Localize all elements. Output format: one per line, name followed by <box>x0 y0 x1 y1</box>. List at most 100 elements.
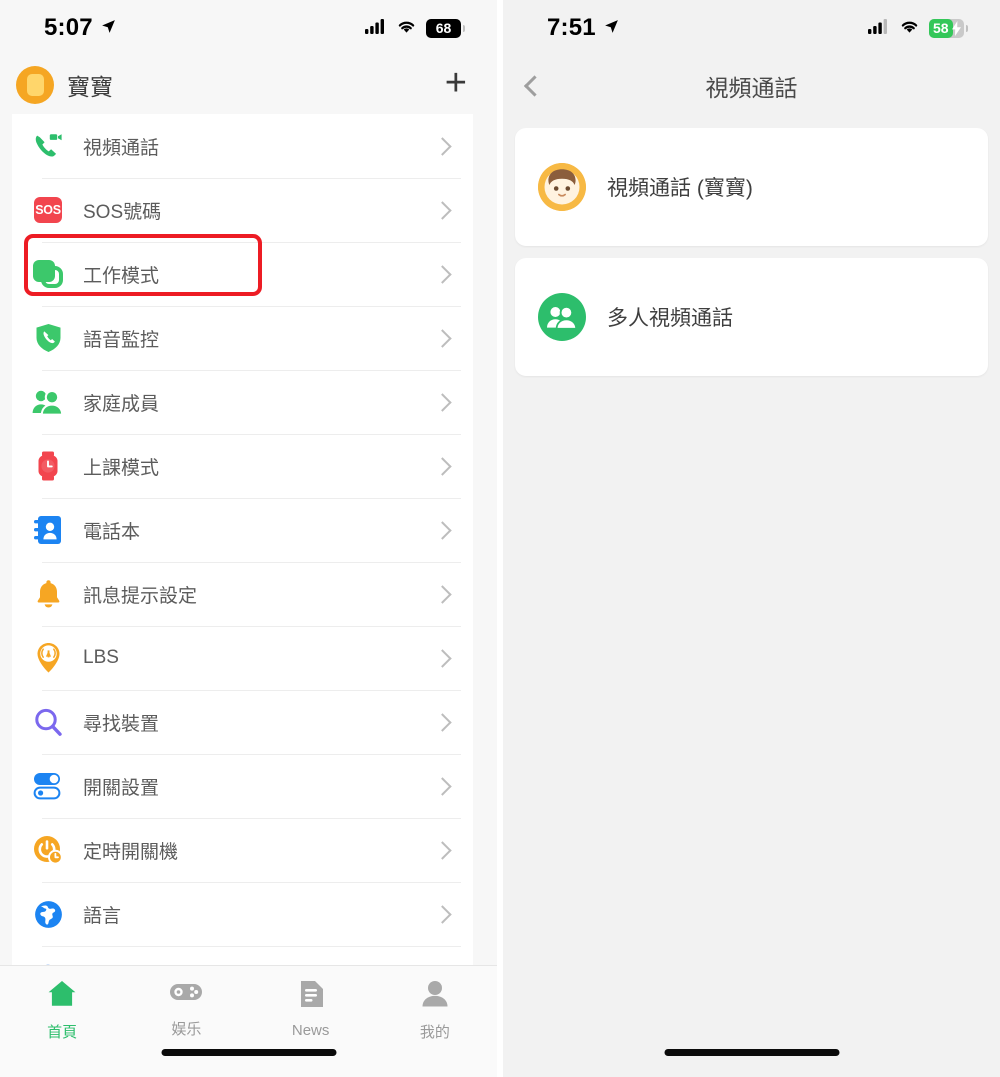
right-phone-screen: 7:51 58 視頻通話 視頻通話 (寶寶) 多人視頻通話 <box>503 0 1000 1077</box>
left-phone-screen: 5:07 68 寶寶 + 視頻通話 SOS SOS號碼 工作模式 語音監控 家庭… <box>0 0 497 1077</box>
find-device-icon <box>29 707 67 737</box>
tab-profile[interactable]: 我的 <box>373 966 497 1077</box>
tab-news[interactable]: News <box>249 966 373 1077</box>
person-icon <box>422 980 448 1012</box>
home-indicator <box>161 1049 336 1056</box>
menu-label: 尋找裝置 <box>83 713 160 735</box>
menu-item-language[interactable]: 語言 <box>12 882 473 946</box>
chevron-right-icon <box>433 712 452 732</box>
tab-label: 首頁 <box>47 1024 78 1041</box>
location-arrow-icon <box>603 14 620 42</box>
right-nav-bar: 視頻通話 <box>503 56 1000 116</box>
chevron-right-icon <box>433 904 452 924</box>
menu-item-sos-number[interactable]: SOS SOS號碼 <box>12 178 473 242</box>
menu-item-notification-settings[interactable]: 訊息提示設定 <box>12 562 473 626</box>
menu-label: 開關設置 <box>83 777 160 799</box>
battery-level: 68 <box>435 19 452 36</box>
menu-item-voice-monitor[interactable]: 語音監控 <box>12 306 473 370</box>
chevron-right-icon <box>433 520 452 540</box>
news-icon <box>298 980 324 1013</box>
chevron-right-icon <box>433 136 452 156</box>
chevron-right-icon <box>433 648 452 668</box>
bottom-tab-bar: 首頁 娱乐 News 我的 <box>0 965 497 1077</box>
status-indicators: 58 <box>868 18 968 41</box>
watch-avatar-icon[interactable] <box>16 66 54 104</box>
menu-label: 電話本 <box>83 521 141 543</box>
cellular-signal-icon <box>868 18 890 39</box>
tab-home[interactable]: 首頁 <box>0 966 124 1077</box>
switch-settings-icon <box>29 771 67 801</box>
language-globe-icon <box>29 900 67 929</box>
menu-label: LBS <box>83 647 119 668</box>
tab-label: 娱乐 <box>171 1021 202 1038</box>
left-app-bar: 寶寶 + <box>0 56 497 114</box>
card-video-call-single[interactable]: 視頻通話 (寶寶) <box>515 128 988 246</box>
tab-label: 我的 <box>419 1024 450 1041</box>
chevron-right-icon <box>433 200 452 220</box>
card-label: 多人視頻通話 <box>607 307 733 330</box>
menu-item-partial[interactable] <box>12 946 473 965</box>
power-timer-icon <box>29 835 67 865</box>
sos-icon: SOS <box>29 197 67 223</box>
right-status-bar: 7:51 58 <box>503 0 1000 56</box>
chevron-right-icon <box>433 392 452 412</box>
status-time-group: 7:51 <box>547 14 620 42</box>
chevron-right-icon <box>433 776 452 796</box>
menu-label: 語言 <box>83 905 122 927</box>
add-device-button[interactable]: + <box>445 64 467 102</box>
chevron-right-icon <box>433 328 452 348</box>
class-mode-watch-icon <box>29 451 67 481</box>
lbs-location-icon <box>29 642 67 674</box>
menu-label: SOS號碼 <box>83 201 162 223</box>
notification-bell-icon <box>29 579 67 609</box>
menu-label: 視頻通話 <box>83 137 160 159</box>
menu-item-video-call[interactable]: 視頻通話 <box>12 114 473 178</box>
home-icon <box>47 980 77 1012</box>
gamepad-icon <box>169 980 203 1009</box>
family-members-icon <box>29 388 67 416</box>
menu-item-phonebook[interactable]: 電話本 <box>12 498 473 562</box>
menu-label: 家庭成員 <box>83 393 160 415</box>
phonebook-icon <box>29 515 67 545</box>
charging-bolt-icon <box>952 20 961 41</box>
menu-label: 訊息提示設定 <box>83 585 198 607</box>
menu-item-family-members[interactable]: 家庭成員 <box>12 370 473 434</box>
chevron-right-icon <box>433 584 452 604</box>
work-mode-icon <box>29 260 67 288</box>
battery-indicator: 68 <box>426 18 465 38</box>
menu-label: 工作模式 <box>83 265 160 287</box>
chevron-right-icon <box>433 456 452 476</box>
menu-item-class-mode[interactable]: 上課模式 <box>12 434 473 498</box>
menu-item-switch-settings[interactable]: 開關設置 <box>12 754 473 818</box>
device-identity[interactable]: 寶寶 <box>16 66 113 104</box>
dual-screenshot-comparison: 5:07 68 寶寶 + 視頻通話 SOS SOS號碼 工作模式 語音監控 家庭… <box>0 0 1000 1077</box>
menu-label: 定時開關機 <box>83 841 179 863</box>
menu-item-lbs[interactable]: LBS <box>12 626 473 690</box>
menu-item-find-device[interactable]: 尋找裝置 <box>12 690 473 754</box>
voice-monitor-icon <box>29 323 67 353</box>
chevron-left-icon[interactable] <box>523 75 546 97</box>
settings-list: 視頻通話 SOS SOS號碼 工作模式 語音監控 家庭成員 上課模式 電話本 訊… <box>12 114 473 965</box>
page-title: 視頻通話 <box>705 75 798 101</box>
menu-label: 語音監控 <box>83 329 160 351</box>
tab-label: News <box>291 1022 330 1039</box>
left-status-bar: 5:07 68 <box>0 0 497 56</box>
menu-item-work-mode[interactable]: 工作模式 <box>12 242 473 306</box>
card-group-video-call[interactable]: 多人視頻通話 <box>515 258 988 376</box>
location-arrow-icon <box>100 14 117 42</box>
status-time: 5:07 <box>44 14 93 41</box>
menu-item-power-timer[interactable]: 定時開關機 <box>12 818 473 882</box>
wifi-icon <box>396 18 417 39</box>
home-indicator <box>664 1049 839 1056</box>
chevron-right-icon <box>433 264 452 284</box>
tab-entertainment[interactable]: 娱乐 <box>124 966 248 1077</box>
group-people-icon <box>538 293 586 341</box>
menu-label: 上課模式 <box>83 457 160 479</box>
wifi-icon <box>899 18 920 39</box>
battery-indicator: 58 <box>929 18 968 41</box>
status-time: 7:51 <box>547 14 596 41</box>
cellular-signal-icon <box>365 18 387 39</box>
device-name: 寶寶 <box>67 74 113 100</box>
kid-avatar-icon <box>538 163 586 211</box>
status-time-group: 5:07 <box>44 14 117 42</box>
